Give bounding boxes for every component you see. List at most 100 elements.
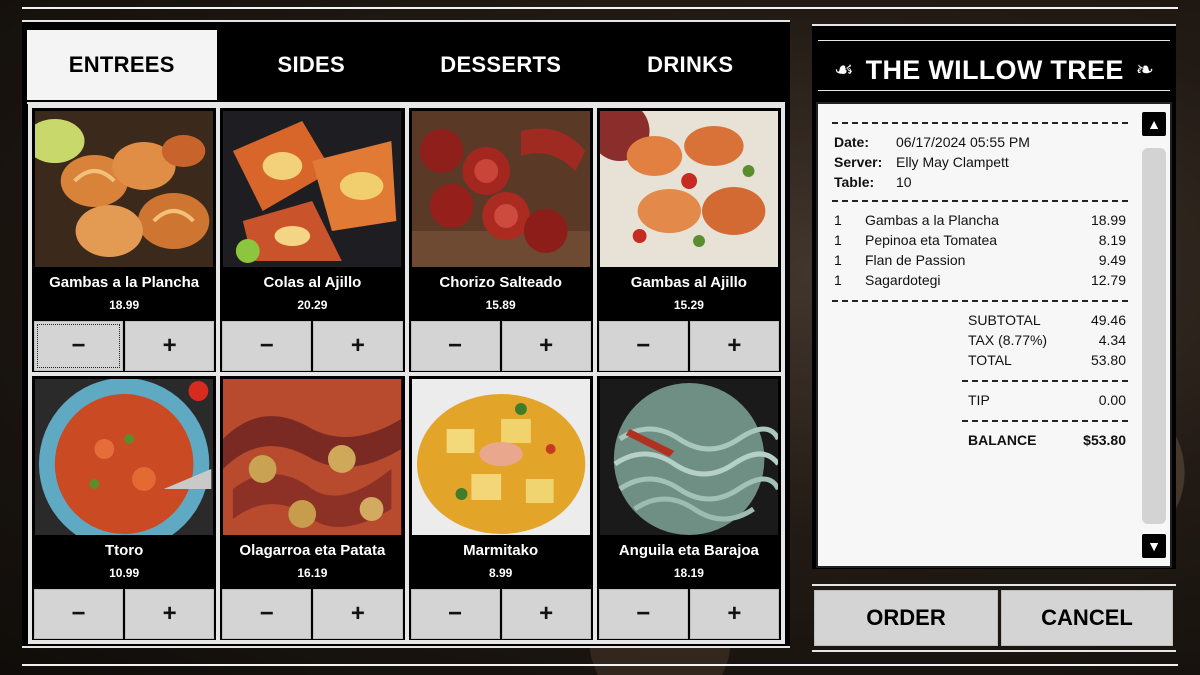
decrease-button[interactable]: − xyxy=(222,589,312,639)
ttoro-photo[interactable] xyxy=(35,379,214,535)
server-value: Elly May Clampett xyxy=(896,154,1009,170)
item-price: 15.29 xyxy=(673,298,704,312)
subtotal-label: SUBTOTAL xyxy=(968,312,1041,328)
table-label: Table: xyxy=(834,174,875,190)
decrease-button[interactable]: − xyxy=(34,589,124,639)
anguila-photo[interactable] xyxy=(599,379,778,535)
decrease-button[interactable]: − xyxy=(410,321,500,371)
line-qty: 1 xyxy=(834,252,842,268)
increase-button[interactable]: + xyxy=(689,589,779,639)
line-qty: 1 xyxy=(834,232,842,248)
tax-value: 4.34 xyxy=(1098,332,1126,348)
line-name: Pepinoa eta Tomatea xyxy=(865,232,998,248)
item-name: Gambas al Ajillo xyxy=(630,274,747,291)
subtotal-value: 49.46 xyxy=(1090,312,1126,328)
menu-panel: ENTREES SIDES DESSERTS DRINKS Gambas a l… xyxy=(22,20,790,648)
menu-item-card: Gambas al Ajillo 15.29 − + xyxy=(594,106,783,374)
increase-button[interactable]: + xyxy=(313,589,403,639)
item-name: Colas al Ajillo xyxy=(263,274,362,291)
item-name: Olagarroa eta Patata xyxy=(239,542,386,559)
menu-item-card: Marmitako 8.99 − + xyxy=(406,374,595,642)
line-name: Flan de Passion xyxy=(865,252,966,268)
receipt-panel: ☙ THE WILLOW TREE ❧ Date: 06/17/2024 05:… xyxy=(812,24,1176,569)
item-price: 18.99 xyxy=(109,298,140,312)
menu-item-card: Gambas a la Plancha 18.99 − + xyxy=(30,106,219,374)
increase-button[interactable]: + xyxy=(501,589,591,639)
total-label: TOTAL xyxy=(968,352,1012,368)
quantity-stepper: − + xyxy=(222,589,403,639)
receipt-divider xyxy=(962,420,1128,422)
quantity-stepper: − + xyxy=(410,321,591,371)
order-receipt: Date: 06/17/2024 05:55 PM Server: Elly M… xyxy=(816,102,1172,568)
line-amount: 9.49 xyxy=(1098,252,1126,268)
item-name: Marmitako xyxy=(463,542,539,559)
chorizo-salteado-photo[interactable] xyxy=(411,111,590,267)
line-name: Gambas a la Plancha xyxy=(865,212,999,228)
restaurant-header: ☙ THE WILLOW TREE ❧ xyxy=(818,48,1170,92)
receipt-divider xyxy=(832,200,1128,202)
decrease-button[interactable]: − xyxy=(598,321,688,371)
item-price: 15.89 xyxy=(485,298,516,312)
tip-label: TIP xyxy=(968,392,990,408)
ornament-right-icon: ❧ xyxy=(1135,57,1155,82)
quantity-stepper: − + xyxy=(34,321,215,371)
decrease-button[interactable]: − xyxy=(598,589,688,639)
menu-item-card: Anguila eta Barajoa 18.19 − + xyxy=(594,374,783,642)
scroll-down-button[interactable]: ▼ xyxy=(1142,534,1166,558)
receipt-divider xyxy=(832,300,1128,302)
gambas-ajillo-photo[interactable] xyxy=(599,111,778,267)
olagarroa-photo[interactable] xyxy=(223,379,402,535)
receipt-divider xyxy=(962,380,1128,382)
cancel-button[interactable]: CANCEL xyxy=(1001,590,1173,646)
line-amount: 12.79 xyxy=(1090,272,1126,288)
decrease-button[interactable]: − xyxy=(222,321,312,371)
balance-label: BALANCE xyxy=(968,432,1037,448)
actions-divider xyxy=(812,584,1176,586)
tab-desserts[interactable]: DESSERTS xyxy=(406,30,596,100)
tab-entrees[interactable]: ENTREES xyxy=(27,30,217,100)
item-price: 10.99 xyxy=(109,566,140,580)
header-divider xyxy=(818,90,1170,91)
gambas-plancha-photo[interactable] xyxy=(35,111,214,267)
date-label: Date: xyxy=(834,134,870,150)
item-price: 18.19 xyxy=(673,566,704,580)
menu-item-card: Olagarroa eta Patata 16.19 − + xyxy=(218,374,407,642)
quantity-stepper: − + xyxy=(34,589,215,639)
category-tabs: ENTREES SIDES DESSERTS DRINKS xyxy=(27,30,785,100)
quantity-stepper: − + xyxy=(598,321,779,371)
item-name: Anguila eta Barajoa xyxy=(618,542,759,559)
decrease-button[interactable]: − xyxy=(410,589,500,639)
increase-button[interactable]: + xyxy=(313,321,403,371)
tip-value: 0.00 xyxy=(1098,392,1126,408)
line-amount: 18.99 xyxy=(1090,212,1126,228)
marmitako-photo[interactable] xyxy=(411,379,590,535)
item-price: 8.99 xyxy=(488,566,513,580)
menu-item-card: Chorizo Salteado 15.89 − + xyxy=(406,106,595,374)
scroll-up-button[interactable]: ▲ xyxy=(1142,112,1166,136)
item-price: 16.19 xyxy=(297,566,328,580)
restaurant-name: THE WILLOW TREE xyxy=(865,54,1124,85)
line-qty: 1 xyxy=(834,272,842,288)
increase-button[interactable]: + xyxy=(125,321,215,371)
line-name: Sagardotegi xyxy=(865,272,941,288)
colas-ajillo-photo[interactable] xyxy=(223,111,402,267)
item-name: Gambas a la Plancha xyxy=(49,274,200,291)
total-value: 53.80 xyxy=(1090,352,1126,368)
actions-divider xyxy=(812,650,1176,652)
increase-button[interactable]: + xyxy=(689,321,779,371)
order-button[interactable]: ORDER xyxy=(814,590,998,646)
menu-item-card: Ttoro 10.99 − + xyxy=(30,374,219,642)
tab-drinks[interactable]: DRINKS xyxy=(596,30,786,100)
line-qty: 1 xyxy=(834,212,842,228)
increase-button[interactable]: + xyxy=(501,321,591,371)
quantity-stepper: − + xyxy=(410,589,591,639)
tab-sides[interactable]: SIDES xyxy=(217,30,407,100)
receipt-divider xyxy=(832,122,1128,124)
quantity-stepper: − + xyxy=(222,321,403,371)
increase-button[interactable]: + xyxy=(125,589,215,639)
item-price: 20.29 xyxy=(297,298,328,312)
header-divider xyxy=(818,40,1170,41)
scrollbar-track[interactable] xyxy=(1142,148,1166,524)
decrease-button[interactable]: − xyxy=(34,321,124,371)
item-name: Ttoro xyxy=(104,542,144,559)
